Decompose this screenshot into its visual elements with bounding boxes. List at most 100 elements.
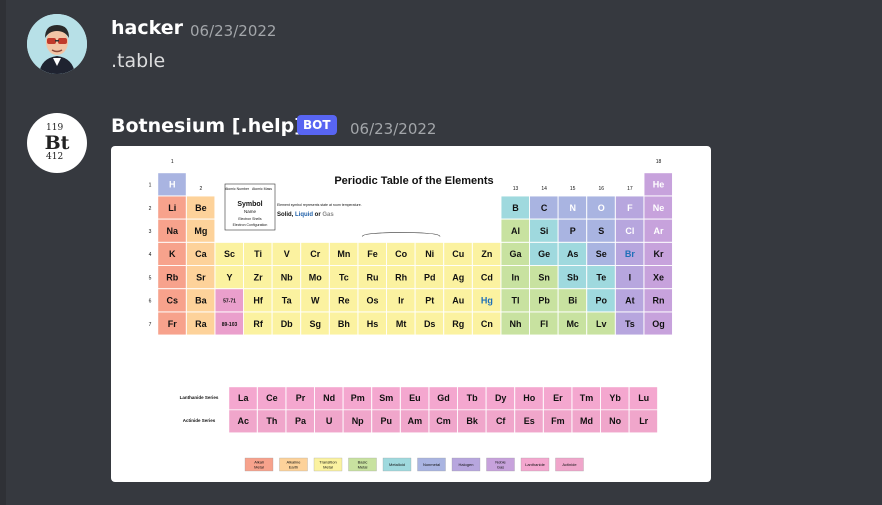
element-symbol: Pb <box>538 296 550 306</box>
element-symbol: B <box>512 203 519 213</box>
state-legend: Solid, Liquid or Gas <box>277 212 334 218</box>
element-symbol: Be <box>195 203 207 213</box>
element-symbol: Np <box>352 416 364 426</box>
element-symbol: Hs <box>367 319 379 329</box>
legend-key-symbol: Symbol <box>237 201 262 208</box>
element-symbol: Hg <box>481 296 493 306</box>
element-symbol: I <box>629 272 632 282</box>
message-text: .table <box>111 50 166 72</box>
element-symbol: Lu <box>638 393 649 403</box>
group-number: 13 <box>513 186 519 192</box>
element-symbol: Lr <box>639 416 648 426</box>
element-symbol: Ni <box>425 249 434 259</box>
element-symbol: As <box>567 249 579 259</box>
element-symbol: Og <box>652 319 665 329</box>
element-symbol: Kr <box>653 249 663 259</box>
element-symbol: Sn <box>538 272 550 282</box>
element-symbol: Yb <box>609 393 621 403</box>
element-symbol: Bh <box>338 319 350 329</box>
element-symbol: Rg <box>452 319 464 329</box>
element-symbol: At <box>625 296 635 306</box>
group-bracket <box>361 232 441 237</box>
element-symbol: Pd <box>424 272 436 282</box>
category-label: Metal <box>358 465 368 470</box>
legend-key-shells: Electron Shells <box>238 217 262 221</box>
element-symbol: Pu <box>381 416 393 426</box>
element-symbol: Xe <box>653 272 664 282</box>
element-symbol: Cf <box>496 416 506 426</box>
element-symbol: P <box>570 226 576 236</box>
element-symbol: La <box>238 393 249 403</box>
element-symbol: Pa <box>295 416 307 426</box>
element-symbol: Cu <box>452 249 464 259</box>
period-number: 5 <box>149 275 152 281</box>
category-label: Earth <box>289 465 299 470</box>
element-symbol: Pt <box>425 296 434 306</box>
element-symbol: K <box>169 249 176 259</box>
element-symbol: Ne <box>653 203 665 213</box>
element-symbol: Al <box>511 226 520 236</box>
element-symbol: Br <box>625 249 635 259</box>
element-symbol: Ts <box>625 319 635 329</box>
element-symbol: Dy <box>495 393 507 403</box>
author-name[interactable]: Botnesium [.help] <box>111 115 303 137</box>
element-symbol: Th <box>266 416 277 426</box>
periodic-table-image[interactable]: Periodic Table of the Elements1234567891… <box>111 146 711 482</box>
element-symbol: Ca <box>195 249 207 259</box>
element-symbol: 89-103 <box>222 322 238 328</box>
author-name[interactable]: hacker <box>111 17 183 39</box>
element-symbol: Cs <box>167 296 179 306</box>
element-symbol: Ra <box>195 319 207 329</box>
element-symbol: Nb <box>281 272 293 282</box>
category-label: Metal <box>254 465 264 470</box>
element-symbol: Tm <box>580 393 594 403</box>
period-number: 7 <box>149 322 152 328</box>
element-symbol: Lv <box>596 319 607 329</box>
element-symbol: Zr <box>254 272 263 282</box>
element-symbol: Re <box>338 296 350 306</box>
element-symbol: Y <box>226 272 232 282</box>
element-symbol: Po <box>596 296 608 306</box>
bot-avatar[interactable]: 119 Bt 412 <box>27 113 87 173</box>
user-avatar[interactable] <box>27 14 87 74</box>
group-number: 16 <box>599 186 605 192</box>
element-symbol: Sc <box>224 249 235 259</box>
element-symbol: Ir <box>398 296 405 306</box>
period-number: 1 <box>149 183 152 189</box>
group-number: 15 <box>570 186 576 192</box>
category-label: Lanthanide <box>525 462 546 467</box>
element-symbol: Bi <box>568 296 577 306</box>
element-symbol: Nh <box>510 319 522 329</box>
element-symbol: Os <box>366 296 378 306</box>
element-symbol: Mc <box>566 319 579 329</box>
period-number: 4 <box>149 252 152 258</box>
legend-key-mass: Atomic Mass <box>252 187 272 191</box>
element-symbol: Ba <box>195 296 207 306</box>
element-symbol: Ce <box>266 393 278 403</box>
element-symbol: Eu <box>409 393 421 403</box>
element-symbol: Tl <box>512 296 520 306</box>
element-symbol: F <box>627 203 633 213</box>
group-number: 18 <box>656 159 662 165</box>
element-symbol: Ru <box>367 272 379 282</box>
legend-key-name: Name <box>244 209 257 214</box>
element-symbol: Ds <box>424 319 436 329</box>
element-symbol: C <box>541 203 548 213</box>
avatar-symbol: Bt <box>44 132 70 154</box>
element-symbol: Sr <box>196 272 206 282</box>
legend-key-title: Atomic Number <box>225 187 250 191</box>
element-symbol: Cl <box>625 226 634 236</box>
actinide-label: Actinide Series <box>183 418 216 423</box>
element-symbol: He <box>653 180 665 190</box>
element-symbol: Au <box>452 296 464 306</box>
element-symbol: Sb <box>567 272 579 282</box>
element-symbol: Pm <box>351 393 365 403</box>
element-symbol: Fl <box>540 319 548 329</box>
group-number: 1 <box>171 159 174 165</box>
period-number: 3 <box>149 229 152 235</box>
element-symbol: Se <box>596 249 607 259</box>
element-symbol: Na <box>167 226 179 236</box>
element-symbol: Mo <box>309 272 322 282</box>
element-symbol: H <box>169 180 176 190</box>
avatar-bottom-number: 412 <box>46 152 64 162</box>
